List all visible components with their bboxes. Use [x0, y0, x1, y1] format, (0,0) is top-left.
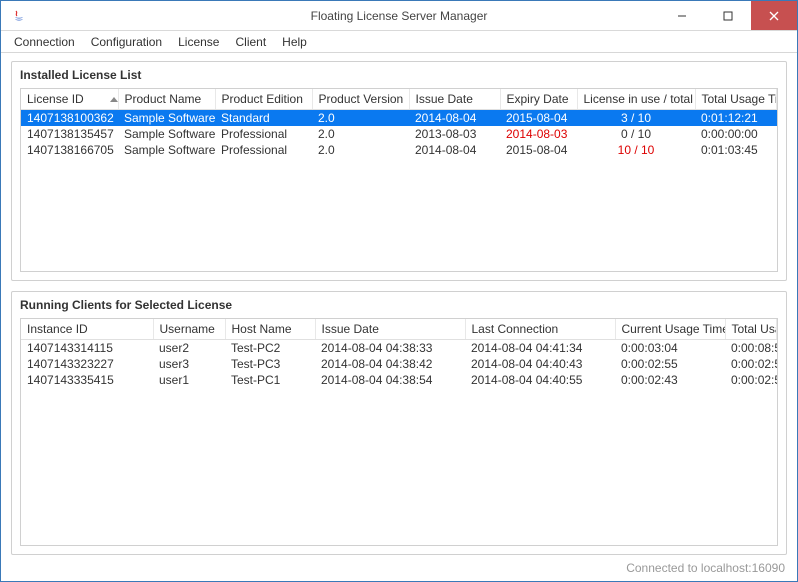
table-cell: Professional [215, 126, 312, 142]
running-clients-table[interactable]: Instance ID Username Host Name Issue Dat… [21, 319, 777, 388]
table-cell: user2 [153, 340, 225, 357]
table-cell: 0:00:02:55 [725, 356, 777, 372]
menu-configuration[interactable]: Configuration [84, 33, 169, 51]
table-cell: 1407143314115 [21, 340, 153, 357]
table-cell: 1407143323227 [21, 356, 153, 372]
col-current-usage[interactable]: Current Usage Time [615, 319, 725, 340]
table-row[interactable]: 1407143314115user2Test-PC22014-08-04 04:… [21, 340, 777, 357]
table-cell: 0:00:02:55 [615, 356, 725, 372]
minimize-button[interactable] [659, 1, 705, 30]
table-row[interactable]: 1407138166705Sample SoftwareProfessional… [21, 142, 777, 158]
table-cell: 2014-08-04 04:41:34 [465, 340, 615, 357]
sort-asc-icon [110, 97, 118, 102]
titlebar: Floating License Server Manager [1, 1, 797, 31]
table-cell: Test-PC3 [225, 356, 315, 372]
table-header-row: License ID Product Name Product Edition … [21, 89, 777, 110]
table-cell: 2014-08-04 04:38:33 [315, 340, 465, 357]
table-cell: 2015-08-04 [500, 142, 577, 158]
table-cell: 2.0 [312, 142, 409, 158]
table-cell: 0:00:02:51 [725, 372, 777, 388]
col-host-name[interactable]: Host Name [225, 319, 315, 340]
table-header-row: Instance ID Username Host Name Issue Dat… [21, 319, 777, 340]
table-cell: 0:00:03:04 [615, 340, 725, 357]
running-clients-panel: Running Clients for Selected License Ins… [11, 291, 787, 555]
table-cell: Sample Software [118, 110, 215, 127]
table-row[interactable]: 1407143335415user1Test-PC12014-08-04 04:… [21, 372, 777, 388]
col-license-id[interactable]: License ID [21, 89, 118, 110]
table-cell: 0:00:08:54 [725, 340, 777, 357]
table-cell: 0:00:02:43 [615, 372, 725, 388]
table-cell: 2014-08-04 [409, 142, 500, 158]
table-cell: Standard [215, 110, 312, 127]
menubar: Connection Configuration License Client … [1, 31, 797, 53]
menu-help[interactable]: Help [275, 33, 314, 51]
table-cell: 2.0 [312, 126, 409, 142]
table-row[interactable]: 1407143323227user3Test-PC32014-08-04 04:… [21, 356, 777, 372]
java-icon [11, 8, 27, 24]
table-cell: Professional [215, 142, 312, 158]
installed-license-panel: Installed License List License ID Produc… [11, 61, 787, 281]
col-expiry-date[interactable]: Expiry Date [500, 89, 577, 110]
running-clients-title: Running Clients for Selected License [20, 298, 778, 312]
table-cell: 2.0 [312, 110, 409, 127]
table-cell: 1407138135457 [21, 126, 118, 142]
window-controls [659, 1, 797, 30]
table-cell: 2014-08-04 04:38:54 [315, 372, 465, 388]
table-cell: 2014-08-03 [500, 126, 577, 142]
table-cell: Sample Software [118, 142, 215, 158]
connection-status: Connected to localhost:16090 [626, 561, 785, 575]
installed-license-table-wrap: License ID Product Name Product Edition … [20, 88, 778, 272]
col-issue-date[interactable]: Issue Date [409, 89, 500, 110]
table-cell: 0:01:03:45 [695, 142, 777, 158]
table-cell: 2013-08-03 [409, 126, 500, 142]
table-cell: 2014-08-04 04:38:42 [315, 356, 465, 372]
col-last-connection[interactable]: Last Connection [465, 319, 615, 340]
close-button[interactable] [751, 1, 797, 30]
installed-license-table[interactable]: License ID Product Name Product Edition … [21, 89, 777, 158]
table-cell: 0 / 10 [577, 126, 695, 142]
table-cell: 2014-08-04 04:40:43 [465, 356, 615, 372]
table-cell: 1407138100362 [21, 110, 118, 127]
table-row[interactable]: 1407138135457Sample SoftwareProfessional… [21, 126, 777, 142]
table-cell: Sample Software [118, 126, 215, 142]
statusbar: Connected to localhost:16090 [1, 559, 797, 581]
table-cell: Test-PC2 [225, 340, 315, 357]
col-instance-id[interactable]: Instance ID [21, 319, 153, 340]
menu-client[interactable]: Client [228, 33, 273, 51]
table-cell: 0:01:12:21 [695, 110, 777, 127]
col-total-usage-time[interactable]: Total Usage Time [695, 89, 777, 110]
table-row[interactable]: 1407138100362Sample SoftwareStandard2.02… [21, 110, 777, 127]
col-username[interactable]: Username [153, 319, 225, 340]
running-clients-table-wrap: Instance ID Username Host Name Issue Dat… [20, 318, 778, 546]
content-area: Installed License List License ID Produc… [1, 53, 797, 559]
table-cell: 0:00:00:00 [695, 126, 777, 142]
col-product-edition[interactable]: Product Edition [215, 89, 312, 110]
col-total-usage[interactable]: Total Usage Time [725, 319, 777, 340]
table-cell: 10 / 10 [577, 142, 695, 158]
table-cell: 2014-08-04 [409, 110, 500, 127]
col-product-name[interactable]: Product Name [118, 89, 215, 110]
installed-license-title: Installed License List [20, 68, 778, 82]
table-cell: 2015-08-04 [500, 110, 577, 127]
col-issue-date[interactable]: Issue Date [315, 319, 465, 340]
menu-connection[interactable]: Connection [7, 33, 82, 51]
menu-license[interactable]: License [171, 33, 226, 51]
table-cell: user1 [153, 372, 225, 388]
table-cell: 1407143335415 [21, 372, 153, 388]
col-product-version[interactable]: Product Version [312, 89, 409, 110]
table-cell: 2014-08-04 04:40:55 [465, 372, 615, 388]
table-cell: user3 [153, 356, 225, 372]
col-license-usage[interactable]: License in use / total [577, 89, 695, 110]
table-cell: 3 / 10 [577, 110, 695, 127]
maximize-button[interactable] [705, 1, 751, 30]
table-cell: 1407138166705 [21, 142, 118, 158]
table-cell: Test-PC1 [225, 372, 315, 388]
